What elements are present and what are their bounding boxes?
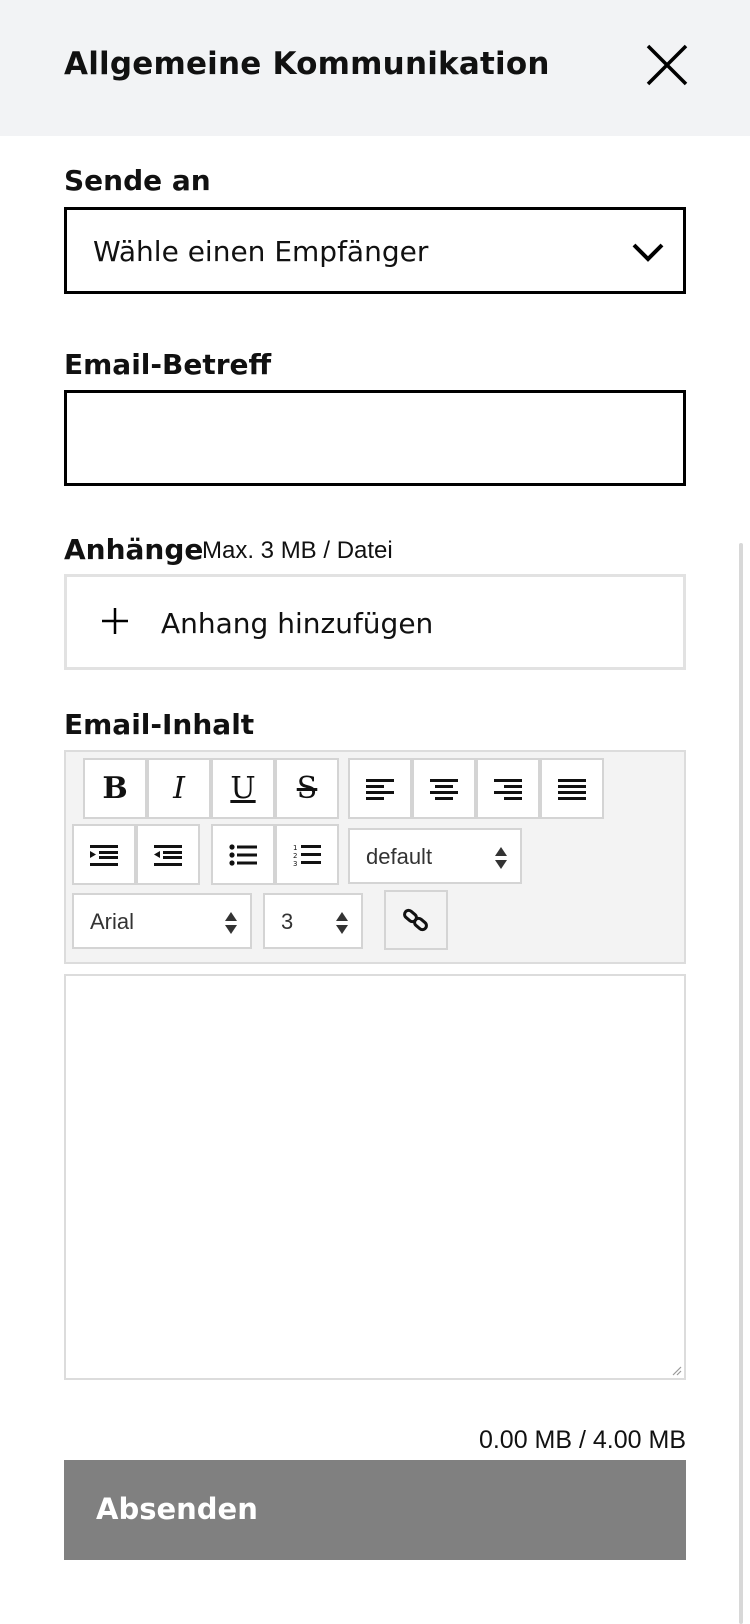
italic-icon: I	[173, 771, 185, 806]
attachments-hint: Max. 3 MB / Datei	[202, 537, 393, 564]
italic-button[interactable]: I	[147, 758, 211, 819]
select-arrows-icon	[495, 847, 507, 869]
align-left-icon	[366, 778, 394, 800]
format-select-value: default	[366, 844, 433, 869]
numbered-list-button[interactable]: 1 2 3	[275, 824, 339, 885]
align-center-button[interactable]	[412, 758, 476, 819]
content-label: Email-Inhalt	[64, 708, 255, 741]
chevron-down-icon	[632, 243, 664, 262]
link-button[interactable]	[384, 890, 448, 950]
outdent-button[interactable]	[136, 824, 200, 885]
bullet-list-button[interactable]	[211, 824, 275, 885]
submit-button-label: Absenden	[96, 1492, 258, 1526]
align-justify-button[interactable]	[540, 758, 604, 819]
svg-text:1: 1	[293, 844, 297, 852]
align-right-button[interactable]	[476, 758, 540, 819]
underline-icon: U	[230, 771, 256, 806]
align-left-button[interactable]	[348, 758, 412, 819]
align-right-icon	[494, 778, 522, 800]
bold-button[interactable]: B	[83, 758, 147, 819]
recipient-select[interactable]: Wähle einen Empfänger	[64, 207, 686, 294]
svg-text:3: 3	[293, 860, 297, 867]
align-justify-icon	[558, 778, 586, 800]
svg-text:2: 2	[293, 852, 297, 860]
modal-header: Allgemeine Kommunikation	[0, 0, 750, 136]
indent-button[interactable]	[72, 824, 136, 885]
attachments-label: Anhänge	[64, 533, 204, 566]
attachment-size-info: 0.00 MB / 4.00 MB	[478, 1426, 686, 1454]
align-center-icon	[430, 778, 458, 800]
underline-button[interactable]: U	[211, 758, 275, 819]
plus-icon	[102, 608, 128, 634]
recipient-select-value: Wähle einen Empfänger	[93, 235, 429, 268]
close-icon	[646, 44, 688, 86]
font-family-select[interactable]: Arial	[72, 893, 252, 949]
email-content-editor[interactable]	[64, 974, 686, 1380]
bullet-list-icon	[229, 843, 257, 866]
subject-input[interactable]	[64, 390, 686, 486]
resize-handle-icon[interactable]	[670, 1364, 682, 1376]
select-arrows-icon	[336, 912, 348, 934]
strikethrough-button[interactable]: S	[275, 758, 339, 819]
editor-toolbar: B I U S 1 2 3 default Arial 3	[64, 750, 686, 964]
indent-icon	[90, 844, 118, 866]
font-size-select[interactable]: 3	[263, 893, 363, 949]
font-size-select-value: 3	[281, 909, 294, 934]
modal-title: Allgemeine Kommunikation	[64, 46, 550, 82]
select-arrows-icon	[225, 912, 237, 934]
bold-icon: B	[102, 771, 128, 806]
scrollbar[interactable]	[739, 543, 743, 1624]
link-icon	[403, 908, 428, 932]
outdent-icon	[154, 844, 182, 866]
subject-label: Email-Betreff	[64, 348, 272, 381]
font-family-select-value: Arial	[90, 909, 135, 934]
close-button[interactable]	[640, 38, 694, 92]
numbered-list-icon: 1 2 3	[293, 844, 321, 867]
add-attachment-button[interactable]: Anhang hinzufügen	[64, 574, 686, 670]
format-select[interactable]: default	[348, 828, 522, 884]
recipient-label: Sende an	[64, 164, 211, 197]
submit-button[interactable]: Absenden	[64, 1460, 686, 1560]
strikethrough-icon: S	[296, 771, 318, 806]
add-attachment-label: Anhang hinzufügen	[161, 607, 434, 640]
